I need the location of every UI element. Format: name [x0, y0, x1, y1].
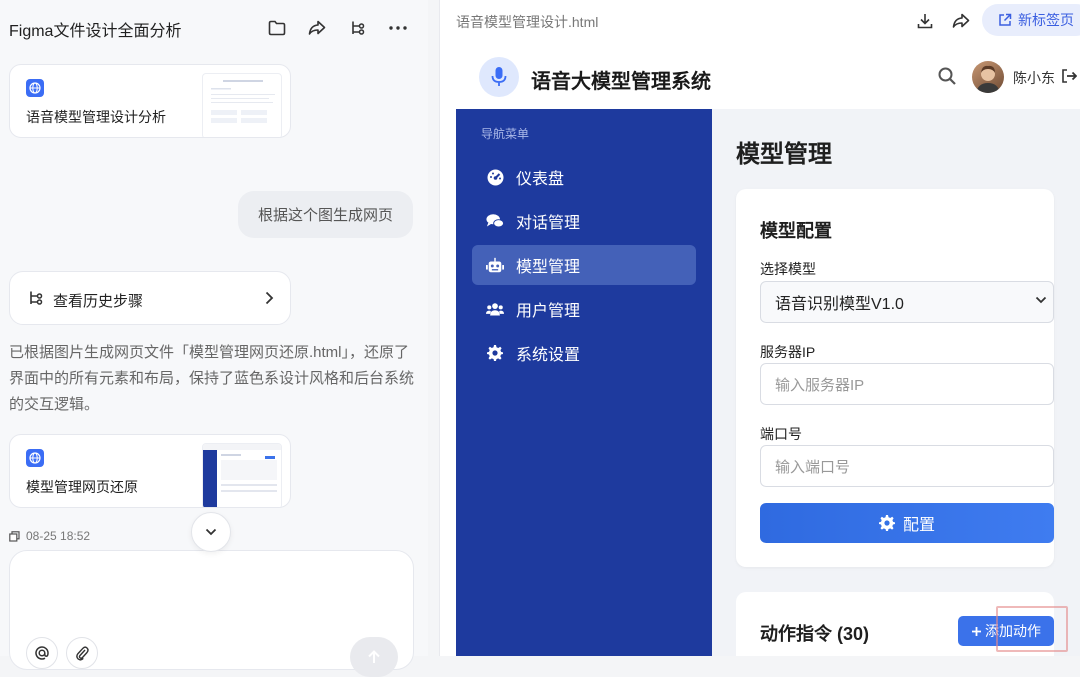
main-content: 模型管理 模型配置 选择模型 语音识别模型V1.0 服务器IP 输入服务器IP …: [712, 109, 1080, 656]
external-link-icon: [998, 13, 1012, 27]
globe-icon: [26, 449, 44, 467]
attach-icon[interactable]: [66, 637, 98, 669]
file-card-name: 语音模型管理设计分析: [26, 109, 166, 125]
file-card-name: 模型管理网页还原: [26, 479, 138, 495]
server-ip-placeholder: 输入服务器IP: [775, 376, 865, 394]
robot-icon: [486, 256, 504, 274]
model-select[interactable]: 语音识别模型V1.0: [760, 281, 1054, 323]
chevron-down-icon: [1035, 296, 1047, 304]
port-placeholder: 输入端口号: [775, 458, 851, 476]
copy-icon[interactable]: [9, 530, 20, 542]
sidebar-item-users[interactable]: 用户管理: [472, 289, 696, 329]
configure-button-label: 配置: [902, 517, 935, 534]
more-icon[interactable]: [387, 17, 409, 39]
gear-icon: [486, 344, 504, 362]
plus-icon: [971, 626, 982, 637]
port-input[interactable]: 输入端口号: [760, 445, 1054, 487]
chat-panel: Figma文件设计全面分析 语音模型管理设计分析 根据这个图生成网页 查看历史步…: [0, 0, 428, 677]
branch-icon: [28, 290, 44, 306]
gear-icon: [878, 515, 895, 531]
open-new-tab-label: 新标签页: [1018, 12, 1074, 28]
actions-title: 动作指令 (30): [760, 624, 870, 644]
nav-caption: 导航菜单: [481, 127, 530, 141]
message-timestamp: 08-25 18:52: [26, 529, 91, 543]
message-meta: 08-25 18:52: [9, 529, 90, 543]
watermark-stamp: [996, 606, 1068, 652]
assistant-message: 已根据图片生成网页文件「模型管理网页还原.html」，还原了界面中的所有元素和布…: [9, 344, 415, 413]
sidebar-item-conversations[interactable]: 对话管理: [472, 201, 696, 241]
user-message: 根据这个图生成网页: [238, 191, 413, 238]
open-new-tab-button[interactable]: 新标签页: [982, 4, 1080, 36]
sidebar-item-models[interactable]: 模型管理: [472, 245, 696, 285]
sidebar-item-label: 仪表盘: [516, 171, 565, 188]
file-card-design-analysis[interactable]: 语音模型管理设计分析: [9, 64, 291, 138]
file-card-page-restore[interactable]: 模型管理网页还原: [9, 434, 291, 508]
microphone-icon: [479, 57, 519, 97]
folder-icon[interactable]: [266, 17, 288, 39]
download-icon[interactable]: [914, 10, 936, 32]
users-icon: [486, 300, 504, 318]
share-icon[interactable]: [306, 17, 328, 39]
app-title: 语音大模型管理系统: [531, 71, 711, 93]
sidebar-item-label: 系统设置: [516, 347, 581, 364]
avatar[interactable]: [972, 61, 1004, 93]
rendered-page: 语音大模型管理系统 陈小东 导航菜单 仪表盘 对话管理 模型管理 用户管理 系统…: [456, 44, 1080, 656]
search-icon[interactable]: [937, 66, 957, 86]
sidebar-item-label: 对话管理: [516, 215, 581, 232]
preview-panel: 语音模型管理设计.html 新标签页 语音大模型管理系统 陈小东 导航菜单 仪表…: [439, 0, 1080, 656]
sidebar-item-label: 模型管理: [516, 259, 581, 276]
user-name: 陈小东: [1013, 70, 1055, 86]
app-header: 语音大模型管理系统 陈小东: [456, 44, 1080, 109]
message-composer[interactable]: [9, 550, 414, 677]
share-icon[interactable]: [950, 10, 972, 32]
server-ip-input[interactable]: 输入服务器IP: [760, 363, 1054, 405]
page-title: 模型管理: [736, 141, 832, 168]
globe-icon: [26, 79, 44, 97]
file-thumbnail: [202, 443, 282, 507]
configure-button[interactable]: 配置: [760, 503, 1054, 543]
chat-title: Figma文件设计全面分析: [9, 23, 182, 40]
model-select-value: 语音识别模型V1.0: [775, 296, 904, 313]
preview-toolbar: 语音模型管理设计.html 新标签页: [440, 0, 1080, 42]
mention-icon[interactable]: [26, 637, 58, 669]
card-title: 模型配置: [760, 221, 832, 241]
sidebar-item-dashboard[interactable]: 仪表盘: [472, 157, 696, 197]
chevron-right-icon: [265, 291, 274, 305]
logout-icon[interactable]: [1061, 68, 1077, 84]
branch-icon[interactable]: [347, 17, 369, 39]
port-label: 端口号: [760, 426, 802, 442]
sidebar: 导航菜单 仪表盘 对话管理 模型管理 用户管理 系统设置: [456, 109, 712, 656]
send-button[interactable]: [350, 637, 398, 677]
chat-header: Figma文件设计全面分析: [0, 0, 428, 56]
dashboard-icon: [486, 168, 504, 186]
view-history-label: 查看历史步骤: [53, 293, 144, 310]
server-ip-label: 服务器IP: [760, 344, 816, 360]
file-thumbnail: [202, 73, 282, 137]
model-config-card: 模型配置 选择模型 语音识别模型V1.0 服务器IP 输入服务器IP 端口号 输…: [736, 189, 1054, 567]
view-history-button[interactable]: 查看历史步骤: [9, 271, 291, 325]
comments-icon: [486, 212, 504, 230]
model-select-label: 选择模型: [760, 261, 816, 277]
sidebar-item-settings[interactable]: 系统设置: [472, 333, 696, 373]
preview-file-name: 语音模型管理设计.html: [456, 14, 599, 30]
scroll-down-button[interactable]: [191, 512, 231, 552]
sidebar-item-label: 用户管理: [516, 303, 581, 320]
